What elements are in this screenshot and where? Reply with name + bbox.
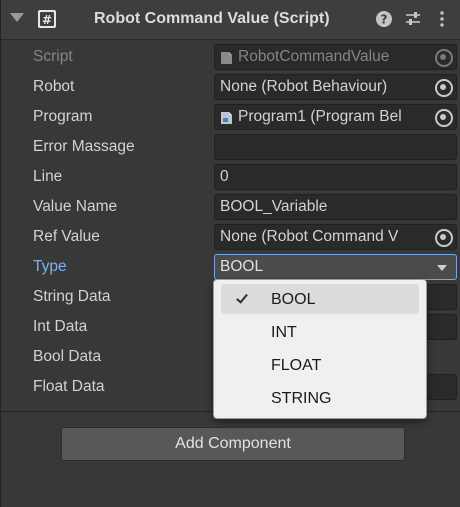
object-picker-icon[interactable]	[430, 75, 456, 99]
csharp-script-icon: #	[38, 10, 56, 28]
script-object-field: RobotCommandValue	[214, 44, 457, 70]
object-picker-icon[interactable]	[430, 225, 456, 249]
dropdown-option-float[interactable]: FLOAT	[221, 350, 419, 380]
program-object-field[interactable]: Program1 (Program Bel	[214, 104, 457, 130]
property-row-error-massage: Error Massage	[1, 132, 460, 162]
add-component-button[interactable]: Add Component	[61, 427, 405, 461]
field-value: RobotCommandValue	[238, 48, 390, 65]
script-asset-icon	[221, 112, 232, 124]
property-label: Type	[33, 258, 67, 275]
dropdown-option-int[interactable]: INT	[221, 317, 419, 347]
property-row-line: Line 0	[1, 162, 460, 192]
field-value: BOOL	[220, 258, 264, 275]
script-asset-icon	[221, 52, 232, 64]
property-row-type: Type BOOL	[1, 252, 460, 282]
component-title: Robot Command Value (Script)	[94, 10, 330, 27]
property-label: Robot	[33, 78, 75, 95]
property-row-value-name: Value Name BOOL_Variable	[1, 192, 460, 222]
property-label: Int Data	[33, 318, 88, 335]
ref-value-object-field[interactable]: None (Robot Command V	[214, 224, 457, 250]
field-value: Program1 (Program Bel	[238, 108, 402, 125]
property-label: Script	[33, 48, 73, 65]
property-label: Bool Data	[33, 348, 102, 365]
property-label: Error Massage	[33, 138, 135, 155]
svg-text:#: #	[42, 13, 52, 27]
dropdown-arrow-icon	[437, 265, 447, 271]
context-menu-kebab-icon[interactable]	[433, 10, 451, 28]
field-value: None (Robot Command V	[220, 228, 399, 245]
value-name-text-field[interactable]: BOOL_Variable	[214, 194, 457, 220]
property-label: Line	[33, 168, 63, 185]
option-label: STRING	[271, 390, 332, 407]
option-label: BOOL	[271, 291, 316, 308]
property-row-ref-value: Ref Value None (Robot Command V	[1, 222, 460, 252]
dropdown-option-bool[interactable]: BOOL	[221, 284, 419, 314]
presets-sliders-icon[interactable]	[404, 10, 422, 28]
robot-object-field[interactable]: None (Robot Behaviour)	[214, 74, 457, 100]
type-dropdown-menu: BOOL INT FLOAT STRING	[213, 279, 427, 419]
dropdown-option-string[interactable]: STRING	[221, 383, 419, 413]
property-row-robot: Robot None (Robot Behaviour)	[1, 72, 460, 102]
type-enum-dropdown[interactable]: BOOL	[214, 254, 457, 280]
property-row-script: Script RobotCommandValue	[1, 42, 460, 72]
property-label: Float Data	[33, 378, 105, 395]
property-label: Value Name	[33, 198, 118, 215]
inspector-panel: # Robot Command Value (Script) ? Script …	[0, 0, 460, 507]
field-value: 0	[220, 168, 229, 185]
option-label: INT	[271, 324, 297, 341]
checkmark-icon	[236, 291, 248, 304]
property-row-program: Program Program1 (Program Bel	[1, 102, 460, 132]
object-picker-icon[interactable]	[430, 105, 456, 129]
property-label: String Data	[33, 288, 111, 305]
object-picker-icon	[430, 45, 456, 69]
foldout-arrow-icon[interactable]	[10, 13, 24, 22]
error-massage-text-field[interactable]	[214, 134, 457, 160]
help-icon[interactable]: ?	[375, 10, 393, 28]
property-label: Ref Value	[33, 228, 100, 245]
line-number-field[interactable]: 0	[214, 164, 457, 190]
field-value: BOOL_Variable	[220, 198, 328, 215]
property-label: Program	[33, 108, 93, 125]
option-label: FLOAT	[271, 357, 322, 374]
component-header[interactable]: # Robot Command Value (Script) ?	[1, 0, 460, 40]
svg-text:?: ?	[381, 13, 388, 27]
field-value: None (Robot Behaviour)	[220, 78, 388, 95]
